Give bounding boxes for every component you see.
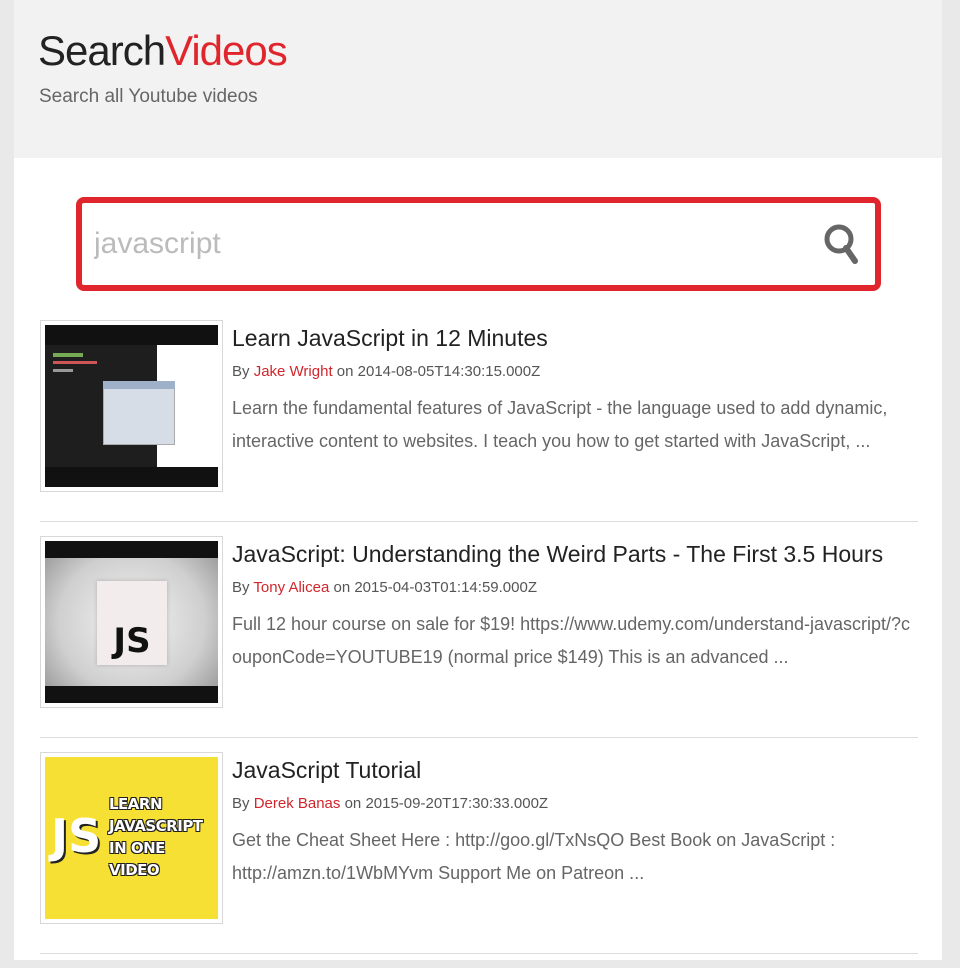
divider (40, 953, 918, 954)
results-list: Learn JavaScript in 12 Minutes By Jake W… (40, 320, 918, 968)
thumbnail-line: IN ONE (109, 839, 165, 857)
header: SearchVideos Search all Youtube videos (14, 0, 942, 158)
video-description: Full 12 hour course on sale for $19! htt… (232, 614, 910, 667)
thumbnail-caption: LEARN JAVASCRIPT IN ONE VIDEO (109, 793, 218, 881)
by-label: By (232, 795, 250, 812)
on-label: on (333, 579, 351, 596)
brand-logo[interactable]: SearchVideos (38, 27, 288, 74)
result-item: JS LEARN JAVASCRIPT IN ONE VIDEO JavaScr… (40, 752, 918, 968)
search-box (76, 197, 881, 291)
brand-part-search: Search (38, 27, 166, 74)
video-description: Get the Cheat Sheet Here : http://goo.gl… (232, 830, 836, 883)
video-meta: By Tony Alicea on 2015-04-03T01:14:59.00… (232, 578, 912, 598)
divider (40, 737, 918, 738)
result-info: Learn JavaScript in 12 Minutes By Jake W… (232, 324, 912, 458)
author-link[interactable]: Derek Banas (254, 795, 341, 812)
publish-date: 2015-09-20T17:30:33.000Z (365, 795, 549, 812)
publish-date: 2014-08-05T14:30:15.000Z (357, 363, 541, 380)
video-thumbnail[interactable]: JS LEARN JAVASCRIPT IN ONE VIDEO (40, 752, 223, 924)
video-title[interactable]: JavaScript Tutorial (232, 756, 912, 784)
video-title[interactable]: JavaScript: Understanding the Weird Part… (232, 540, 912, 568)
thumbnail-line: LEARN (109, 795, 163, 813)
video-thumbnail[interactable] (40, 320, 223, 492)
thumbnail-image (45, 325, 218, 487)
result-item: JS JavaScript: Understanding the Weird P… (40, 536, 918, 752)
thumbnail-image: JS LEARN JAVASCRIPT IN ONE VIDEO (45, 757, 218, 919)
author-link[interactable]: Jake Wright (254, 363, 333, 380)
video-meta: By Jake Wright on 2014-08-05T14:30:15.00… (232, 362, 912, 382)
tagline: Search all Youtube videos (39, 86, 258, 107)
video-thumbnail[interactable]: JS (40, 536, 223, 708)
search-button[interactable] (819, 217, 863, 269)
thumbnail-line: VIDEO (109, 861, 160, 879)
by-label: By (232, 363, 250, 380)
brand-part-videos: Videos (165, 27, 288, 74)
video-description: Learn the fundamental features of JavaSc… (232, 398, 888, 451)
thumbnail-image: JS (45, 541, 218, 703)
thumbnail-text: JS (113, 621, 151, 661)
search-input[interactable] (92, 217, 796, 271)
result-info: JavaScript: Understanding the Weird Part… (232, 540, 912, 674)
page: SearchVideos Search all Youtube videos j… (14, 0, 942, 960)
on-label: on (344, 795, 362, 812)
search-icon (824, 224, 858, 264)
thumbnail-js-text: JS (51, 809, 102, 863)
thumbnail-line: JAVASCRIPT (109, 817, 203, 835)
author-link[interactable]: Tony Alicea (253, 579, 329, 596)
on-label: on (336, 363, 354, 380)
video-title[interactable]: Learn JavaScript in 12 Minutes (232, 324, 912, 352)
result-item: Learn JavaScript in 12 Minutes By Jake W… (40, 320, 918, 536)
video-meta: By Derek Banas on 2015-09-20T17:30:33.00… (232, 794, 912, 814)
publish-date: 2015-04-03T01:14:59.000Z (354, 579, 537, 596)
divider (40, 521, 918, 522)
result-info: JavaScript Tutorial By Derek Banas on 20… (232, 756, 912, 890)
by-label: By (232, 579, 250, 596)
